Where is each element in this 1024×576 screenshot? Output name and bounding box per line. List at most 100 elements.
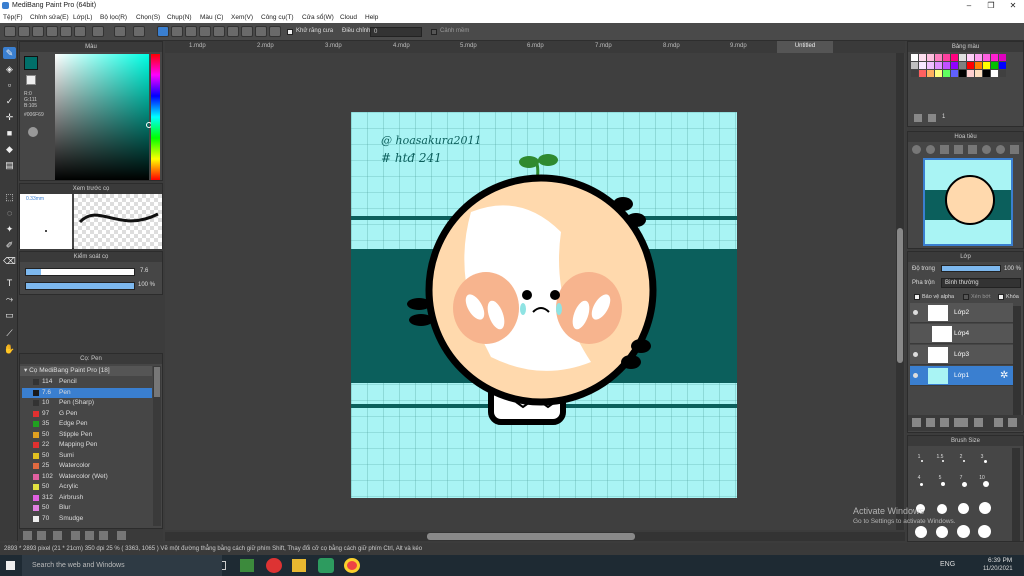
layer-new-8bit-icon[interactable] bbox=[940, 418, 949, 427]
palette-swatch[interactable] bbox=[951, 62, 958, 69]
snap-circle-icon[interactable] bbox=[227, 26, 239, 37]
palette-swatch[interactable] bbox=[911, 54, 918, 61]
palette-swatch[interactable] bbox=[935, 70, 942, 77]
brush-list-item[interactable]: 50 Stipple Pen bbox=[22, 430, 152, 440]
size-label[interactable]: 5 bbox=[932, 475, 948, 481]
brush-folder-icon[interactable] bbox=[85, 531, 94, 540]
clock-time[interactable]: 6:39 PM bbox=[988, 557, 1012, 564]
save-icon[interactable] bbox=[46, 26, 58, 37]
brush-list-scrollbar[interactable] bbox=[153, 366, 161, 526]
layer-new-icon[interactable] bbox=[912, 418, 921, 427]
chrome-icon[interactable] bbox=[344, 558, 360, 573]
snap-radial-icon[interactable] bbox=[213, 26, 225, 37]
snap-off-icon[interactable] bbox=[157, 26, 169, 37]
new-icon[interactable] bbox=[4, 26, 16, 37]
vertical-scrollbar[interactable] bbox=[896, 53, 904, 530]
rotate-left-icon[interactable] bbox=[982, 145, 991, 154]
move-tool-icon[interactable]: ✛ bbox=[3, 111, 16, 123]
app-icon-green[interactable] bbox=[240, 559, 254, 572]
color-wheel-icon[interactable] bbox=[28, 127, 38, 137]
fit-icon[interactable] bbox=[940, 145, 949, 154]
size-label[interactable]: 7 bbox=[953, 475, 969, 481]
snap-curve-icon[interactable] bbox=[241, 26, 253, 37]
palette-swatch[interactable] bbox=[959, 70, 966, 77]
palette-swatch[interactable] bbox=[975, 70, 982, 77]
size-dot[interactable] bbox=[920, 483, 923, 486]
shape-tool-icon[interactable]: ■ bbox=[3, 127, 16, 139]
antialias-checkbox[interactable] bbox=[287, 29, 293, 35]
clipping-checkbox[interactable] bbox=[963, 294, 969, 300]
blur-tool-icon[interactable]: ✓ bbox=[3, 95, 16, 107]
brush-settings-icon[interactable] bbox=[53, 531, 62, 540]
eyedropper-icon[interactable]: ⟋ bbox=[3, 327, 16, 339]
size-dot[interactable] bbox=[984, 460, 987, 463]
palette-swatch[interactable] bbox=[943, 54, 950, 61]
palette-swatch[interactable] bbox=[911, 62, 918, 69]
dot-tool-icon[interactable]: ▫ bbox=[3, 79, 16, 91]
tab-5[interactable]: 5.mdp bbox=[460, 43, 477, 49]
windows-start-icon[interactable] bbox=[6, 561, 15, 570]
primary-color-swatch[interactable] bbox=[24, 56, 38, 70]
open-icon[interactable] bbox=[18, 26, 30, 37]
brush-list-item[interactable]: 97 G Pen bbox=[22, 409, 152, 419]
brush-duplicate-icon[interactable] bbox=[99, 531, 108, 540]
size-dot[interactable] bbox=[979, 502, 991, 514]
palette-swatch[interactable] bbox=[919, 70, 926, 77]
redo-icon[interactable] bbox=[133, 26, 145, 37]
menu-cloud[interactable]: Cloud bbox=[340, 14, 357, 21]
palette-swatch[interactable] bbox=[943, 70, 950, 77]
snap-vanish-icon[interactable] bbox=[199, 26, 211, 37]
navigator-thumbnail[interactable] bbox=[923, 158, 1013, 246]
size-dot[interactable] bbox=[962, 482, 967, 487]
layer-new-halftone-icon[interactable] bbox=[926, 418, 935, 427]
brush-size-scrollbar[interactable] bbox=[1012, 448, 1020, 541]
reset-rotation-icon[interactable] bbox=[1010, 145, 1019, 154]
tab-8[interactable]: 8.mdp bbox=[663, 43, 680, 49]
size-dot[interactable] bbox=[978, 525, 991, 538]
layers-icon[interactable] bbox=[74, 26, 86, 37]
brush-opacity-slider[interactable] bbox=[25, 282, 135, 290]
layer-duplicate-icon[interactable] bbox=[994, 418, 1003, 427]
palette-swatch[interactable] bbox=[951, 70, 958, 77]
palette-swatch[interactable] bbox=[935, 62, 942, 69]
brush-delete-icon[interactable] bbox=[117, 531, 126, 540]
operation-tool-icon[interactable]: ⤳ bbox=[3, 293, 16, 305]
brush-list-item[interactable]: 25 Watercolor bbox=[22, 461, 152, 471]
undo-icon[interactable] bbox=[114, 26, 126, 37]
tab-4[interactable]: 4.mdp bbox=[393, 43, 410, 49]
brush-tool-icon[interactable]: ✎ bbox=[3, 47, 16, 59]
palette-swatch[interactable] bbox=[975, 54, 982, 61]
tab-3[interactable]: 3.mdp bbox=[325, 43, 342, 49]
palette-swatch[interactable] bbox=[943, 62, 950, 69]
layer-opacity-slider[interactable] bbox=[941, 265, 1001, 272]
magic-wand-icon[interactable]: ✦ bbox=[3, 223, 16, 235]
size-label[interactable]: 1 bbox=[911, 454, 927, 460]
tab-6[interactable]: 6.mdp bbox=[527, 43, 544, 49]
palette-swatch[interactable] bbox=[991, 54, 998, 61]
size-label[interactable]: 4 bbox=[911, 475, 927, 481]
layer-row[interactable]: Lớp1 ✲ bbox=[910, 366, 1013, 386]
palette-swatch[interactable] bbox=[999, 54, 1006, 61]
app-icon-red[interactable] bbox=[266, 558, 282, 573]
eye-icon[interactable] bbox=[913, 310, 918, 315]
lock-checkbox[interactable] bbox=[998, 294, 1004, 300]
snap-cross-icon[interactable] bbox=[185, 26, 197, 37]
eye-icon[interactable] bbox=[913, 373, 918, 378]
hand-tool-icon[interactable]: ✋ bbox=[3, 343, 16, 355]
size-label[interactable]: 2 bbox=[953, 454, 969, 460]
eraser-tool-icon[interactable]: ◈ bbox=[3, 63, 16, 75]
menu-edit[interactable]: Chỉnh sửa(E) bbox=[30, 14, 69, 21]
rotate-right-icon[interactable] bbox=[996, 145, 1005, 154]
menu-layer[interactable]: Lớp(L) bbox=[73, 14, 92, 21]
brush-new-icon[interactable] bbox=[37, 531, 46, 540]
size-label[interactable]: 1.5 bbox=[932, 454, 948, 460]
menu-select[interactable]: Chọn(S) bbox=[136, 14, 160, 21]
snap-setting-icon[interactable] bbox=[255, 26, 267, 37]
eye-icon[interactable] bbox=[913, 352, 918, 357]
brush-list-item[interactable]: 102 Watercolor (Wet) bbox=[22, 472, 152, 482]
size-dot[interactable] bbox=[958, 503, 969, 514]
palette-delete-icon[interactable] bbox=[928, 114, 936, 122]
select-pen-icon[interactable]: ✐ bbox=[3, 239, 16, 251]
menu-file[interactable]: Tệp(F) bbox=[3, 14, 23, 21]
brush-list-item[interactable]: 22 Mapping Pen bbox=[22, 440, 152, 450]
